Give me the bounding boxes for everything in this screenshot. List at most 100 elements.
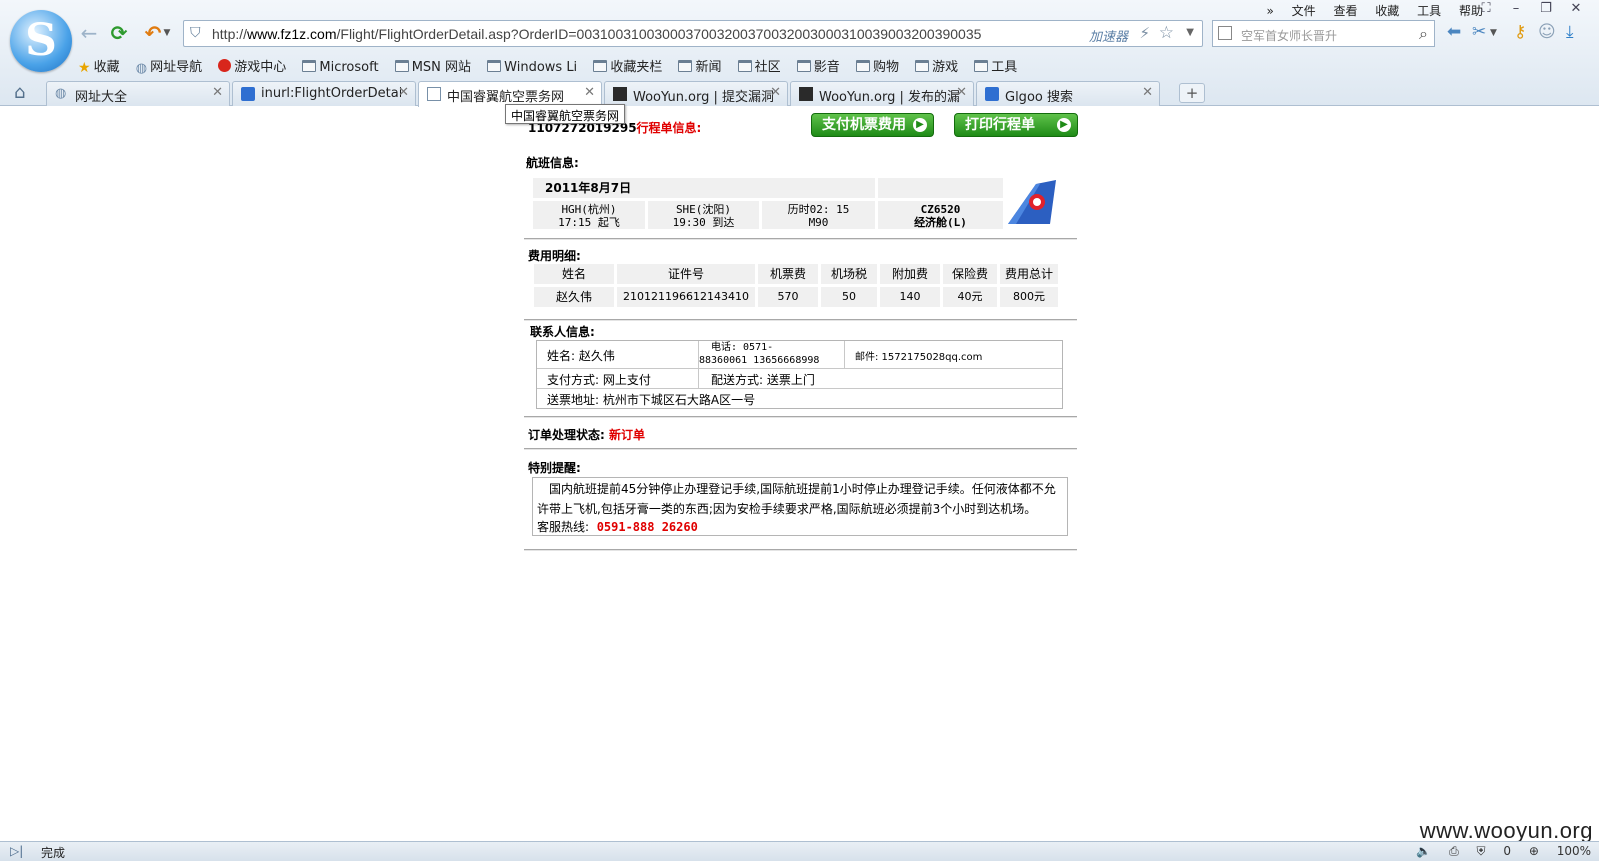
close-icon[interactable]: ✕ bbox=[956, 85, 967, 100]
scissors-icon[interactable]: ✂ bbox=[1472, 22, 1486, 42]
home-icon[interactable]: ⌂ bbox=[14, 82, 25, 103]
new-tab-button[interactable]: + bbox=[1179, 83, 1205, 103]
tab-wooyun-published[interactable]: WooYun.org | 发布的漏 ✕ bbox=[790, 81, 974, 106]
download-icon[interactable]: ⤓ bbox=[1566, 22, 1574, 42]
tab-glgoo[interactable]: Glgoo 搜索 ✕ bbox=[976, 81, 1160, 106]
special-reminder: 国内航班提前45分钟停止办理登记手续,国际航班提前1小时停止办理登记手续。任何液… bbox=[532, 477, 1068, 536]
folder-icon bbox=[796, 60, 811, 72]
bookmark-item[interactable]: 游戏中心 bbox=[218, 56, 286, 75]
wooyun-icon bbox=[799, 87, 813, 101]
bookmark-folder[interactable]: 新闻 bbox=[678, 56, 722, 75]
bookmark-folder[interactable]: 影音 bbox=[796, 56, 840, 75]
contact-section-title: 联系人信息: bbox=[530, 325, 595, 339]
lightning-icon[interactable]: ⚡ bbox=[1139, 24, 1150, 42]
search-icon[interactable]: ⌕ bbox=[1419, 24, 1428, 44]
menu-view[interactable]: 查看 bbox=[1333, 4, 1357, 18]
close-icon[interactable]: ✕ bbox=[770, 85, 781, 100]
bookmark-item[interactable]: ★ 收藏 bbox=[78, 56, 120, 76]
tab-inurl-search[interactable]: inurl:FlightOrderDetail. ✕ bbox=[232, 81, 416, 106]
bookmark-folder[interactable]: 社区 bbox=[737, 56, 781, 75]
sogou-logo-icon[interactable]: S bbox=[10, 10, 72, 72]
adblock-icon[interactable]: ⛨ 0 bbox=[1477, 844, 1511, 858]
close-icon[interactable]: ✕ bbox=[584, 85, 595, 100]
zoom-control[interactable]: ⊕ 100% bbox=[1529, 844, 1591, 858]
game-icon bbox=[218, 59, 232, 72]
chevron-down-icon[interactable]: ▼ bbox=[162, 22, 172, 44]
contact-name: 姓名: 赵久伟 bbox=[537, 341, 699, 369]
close-icon[interactable]: ✕ bbox=[212, 85, 223, 100]
search-engine-icon[interactable] bbox=[1218, 26, 1232, 40]
remind-section-title: 特别提醒: bbox=[528, 461, 581, 475]
ticket-fee: 570 bbox=[757, 286, 819, 308]
search-icon bbox=[985, 87, 999, 101]
bookmark-folder[interactable]: 游戏 bbox=[915, 56, 958, 75]
key-icon[interactable]: ⚷ bbox=[1514, 22, 1526, 42]
more-icon[interactable]: » bbox=[1266, 4, 1273, 18]
login-icon[interactable]: ⬅ bbox=[1447, 22, 1461, 42]
print-itinerary-button[interactable]: 打印行程单 ▶ bbox=[954, 113, 1078, 137]
chevron-down-icon[interactable]: ▼ bbox=[1490, 28, 1497, 38]
divider bbox=[524, 238, 1077, 240]
fee-header: 机场税 bbox=[820, 263, 878, 285]
status-bar: ▷| 完成 🔈 ⎙ ⛨ 0 ⊕ 100% bbox=[0, 841, 1599, 861]
address-bar[interactable]: ⛉ http://www.fz1z.com/Flight/FlightOrder… bbox=[183, 20, 1203, 47]
contact-email: 邮件: 1572175028qq.com bbox=[845, 341, 1062, 369]
search-box[interactable]: 空军首女师长晋升 ⌕ bbox=[1212, 20, 1435, 47]
bookmark-folder[interactable]: MSN 网站 bbox=[394, 56, 471, 75]
menu-tools[interactable]: 工具 bbox=[1417, 4, 1441, 18]
divider bbox=[524, 448, 1077, 450]
globe-icon: ◍ bbox=[135, 61, 148, 76]
fee-header: 机票费 bbox=[757, 263, 819, 285]
fee-header: 证件号 bbox=[616, 263, 756, 285]
shield-icon: ⛉ bbox=[190, 25, 201, 41]
chevron-down-icon[interactable]: ▼ bbox=[1186, 27, 1194, 38]
insurance-fee: 40元 bbox=[942, 286, 998, 308]
folder-icon bbox=[855, 60, 870, 72]
bookmark-folder[interactable]: 收藏夹栏 bbox=[593, 56, 662, 75]
star-icon[interactable]: ☆ bbox=[1159, 23, 1174, 43]
tab-wangzhi[interactable]: ◍ 网址大全 ✕ bbox=[46, 81, 230, 106]
url-text[interactable]: http://www.fz1z.com/Flight/FlightOrderDe… bbox=[212, 26, 981, 42]
sidebar-toggle-icon[interactable]: ▷| bbox=[10, 844, 23, 858]
folder-icon bbox=[487, 60, 502, 72]
bookmark-folder[interactable]: 工具 bbox=[974, 56, 1017, 75]
tab-wooyun-submit[interactable]: WooYun.org | 提交漏洞 ✕ bbox=[604, 81, 788, 106]
speaker-icon[interactable]: 🔈 bbox=[1416, 844, 1431, 858]
arrow-right-icon: ▶ bbox=[1057, 118, 1071, 132]
bookmark-folder[interactable]: Microsoft bbox=[302, 60, 379, 75]
camera-icon[interactable]: ⎙ bbox=[1449, 844, 1459, 858]
flight-section-title: 航班信息: bbox=[526, 156, 579, 170]
bookmark-item[interactable]: ◍ 网址导航 bbox=[135, 56, 202, 76]
contact-phone: 电话: 0571- 88360061 13656668998 bbox=[699, 341, 845, 369]
fee-header: 附加费 bbox=[879, 263, 941, 285]
menu-bar: » 文件 查看 收藏 工具 帮助 bbox=[1252, 2, 1483, 19]
menu-favorites[interactable]: 收藏 bbox=[1375, 4, 1399, 18]
minimize-icon[interactable]: – bbox=[1501, 1, 1531, 16]
accelerator-button[interactable]: 加速器 bbox=[1089, 26, 1128, 45]
star-icon: ★ bbox=[78, 60, 91, 76]
browser-window: S ← ⟳ ↶ ▼ ⛉ http://www.fz1z.com/Flight/F… bbox=[0, 0, 1599, 861]
restore-icon[interactable]: ❐ bbox=[1531, 1, 1561, 16]
close-icon[interactable]: ✕ bbox=[1142, 85, 1153, 100]
search-input[interactable]: 空军首女师长晋升 bbox=[1241, 27, 1337, 44]
airline-logo-icon bbox=[1006, 178, 1060, 228]
arrival-info: SHE(沈阳) 19:30 到达 bbox=[647, 200, 760, 230]
bookmark-folder[interactable]: 购物 bbox=[855, 56, 899, 75]
face-icon[interactable]: ☺ bbox=[1538, 22, 1556, 42]
close-icon[interactable]: ✕ bbox=[1561, 1, 1591, 16]
flight-date-blank bbox=[877, 177, 1004, 199]
undo-icon[interactable]: ↶ bbox=[142, 22, 164, 44]
close-icon[interactable]: ✕ bbox=[398, 85, 409, 100]
pay-ticket-button[interactable]: 支付机票费用 ▶ bbox=[811, 113, 934, 137]
folder-icon bbox=[737, 60, 752, 72]
tab-strip: ⌂ ◍ 网址大全 ✕ inurl:FlightOrderDetail. ✕ 中国… bbox=[0, 80, 1599, 107]
folder-icon bbox=[302, 60, 317, 72]
refresh-icon[interactable]: ⟳ bbox=[108, 22, 130, 44]
skin-icon[interactable]: ⛶ bbox=[1471, 1, 1501, 16]
wooyun-icon bbox=[613, 87, 627, 101]
menu-file[interactable]: 文件 bbox=[1292, 4, 1316, 18]
payment-method: 支付方式: 网上支付 bbox=[537, 369, 699, 389]
bookmark-folder[interactable]: Windows Li bbox=[487, 60, 577, 75]
back-arrow-icon[interactable]: ← bbox=[78, 22, 100, 44]
total-fee: 800元 bbox=[999, 286, 1059, 308]
